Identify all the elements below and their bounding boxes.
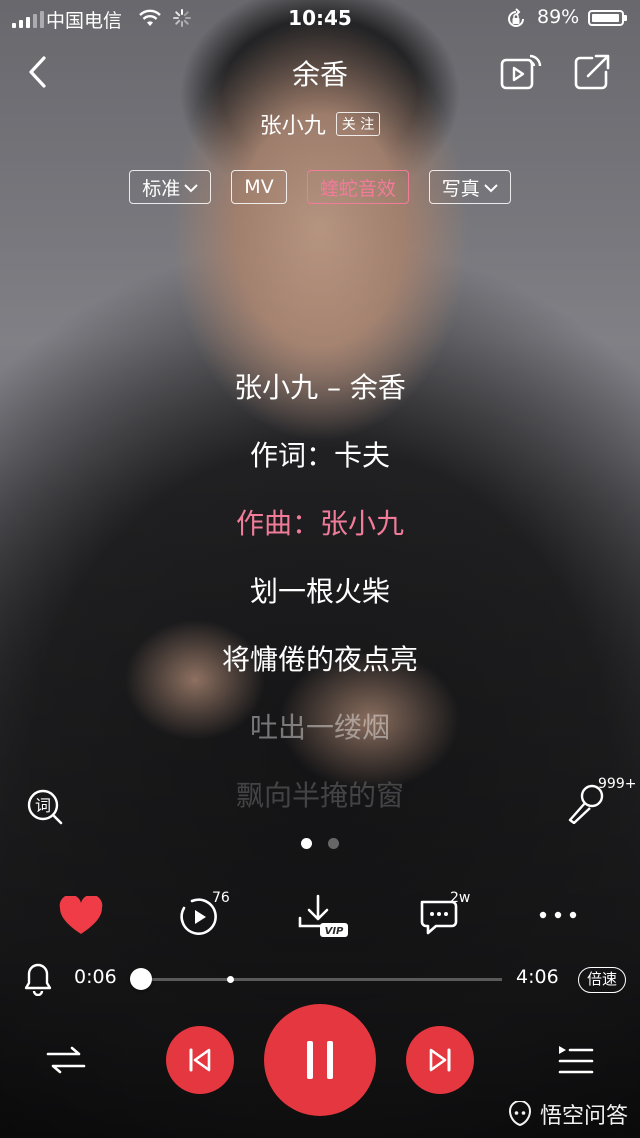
lyric-line: 将慵倦的夜点亮 [221, 643, 418, 676]
favorite-heart-icon[interactable] [58, 896, 104, 936]
battery-icon [588, 10, 627, 26]
climax-marker [227, 976, 234, 983]
lyrics-search-icon[interactable]: 词 [26, 788, 64, 826]
rotation-lock-icon [508, 8, 524, 27]
svg-text:词: 词 [35, 796, 51, 815]
chevron-down-icon [484, 184, 498, 193]
previous-track-button[interactable] [166, 1026, 234, 1094]
artist-name[interactable]: 张小九 [260, 108, 326, 140]
progress-knob[interactable] [130, 968, 152, 990]
download-vip-icon[interactable]: VIP [298, 894, 350, 938]
quality-standard-chip[interactable]: 标准 [129, 170, 212, 204]
more-options-icon[interactable] [538, 908, 578, 922]
pause-icon [307, 1041, 333, 1079]
playback-speed-button[interactable]: 倍速 [578, 967, 626, 993]
mode-chips: 标准 MV 蝰蛇音效 写真 [0, 170, 640, 204]
comment-count-badge: 2w [450, 890, 471, 906]
wukong-logo-icon [508, 1101, 532, 1127]
karaoke-count-badge: 999+ [598, 776, 637, 792]
chevron-down-icon [184, 184, 199, 193]
share-icon[interactable] [574, 54, 612, 90]
viper-sound-effect-chip[interactable]: 蝰蛇音效 [306, 170, 409, 204]
page-dot [328, 838, 339, 849]
lyric-line: 吐出一缕烟 [249, 711, 390, 744]
lyric-line: 划一根火柴 [249, 575, 390, 608]
play-pause-button[interactable] [264, 1004, 376, 1116]
playlist-queue-icon[interactable] [556, 1042, 596, 1078]
battery-percentage: 89% [537, 6, 580, 28]
lyric-line: 张小九 – 余香 [234, 371, 406, 404]
lyric-line: 飘向半掩的窗 [235, 779, 404, 812]
page-indicator [0, 838, 640, 849]
skip-previous-icon [189, 1048, 211, 1072]
follow-button[interactable]: 关 注 [335, 112, 381, 136]
next-track-button[interactable] [406, 1026, 474, 1094]
page-dot-active [301, 838, 312, 849]
svg-text:VIP: VIP [325, 926, 344, 937]
mv-count-badge: 76 [212, 890, 230, 906]
alarm-bell-icon[interactable] [24, 962, 52, 996]
progress-slider[interactable] [130, 968, 502, 990]
photo-mode-chip[interactable]: 写真 [428, 170, 511, 204]
watermark-text: 悟空问答 [540, 1104, 629, 1129]
lyrics-panel[interactable]: 张小九 – 余香 作词：卡夫 作曲：张小九 划一根火柴 将慵倦的夜点亮 吐出一缕… [0, 366, 640, 842]
total-duration: 4:06 [516, 966, 559, 988]
watermark: 悟空问答 [506, 1098, 628, 1130]
cast-to-device-icon[interactable] [500, 54, 542, 92]
mv-chip[interactable]: MV [231, 170, 287, 204]
lyric-line-current: 作曲：张小九 [235, 507, 404, 540]
song-title: 余香 [291, 58, 348, 91]
lyric-line: 作词：卡夫 [249, 439, 390, 472]
shuffle-icon[interactable] [46, 1044, 86, 1076]
skip-next-icon [429, 1048, 451, 1072]
status-bar: 中国电信 10:45 89% [0, 0, 640, 36]
artist-row: 张小九 关 注 [0, 108, 640, 140]
elapsed-time: 0:06 [74, 966, 117, 988]
